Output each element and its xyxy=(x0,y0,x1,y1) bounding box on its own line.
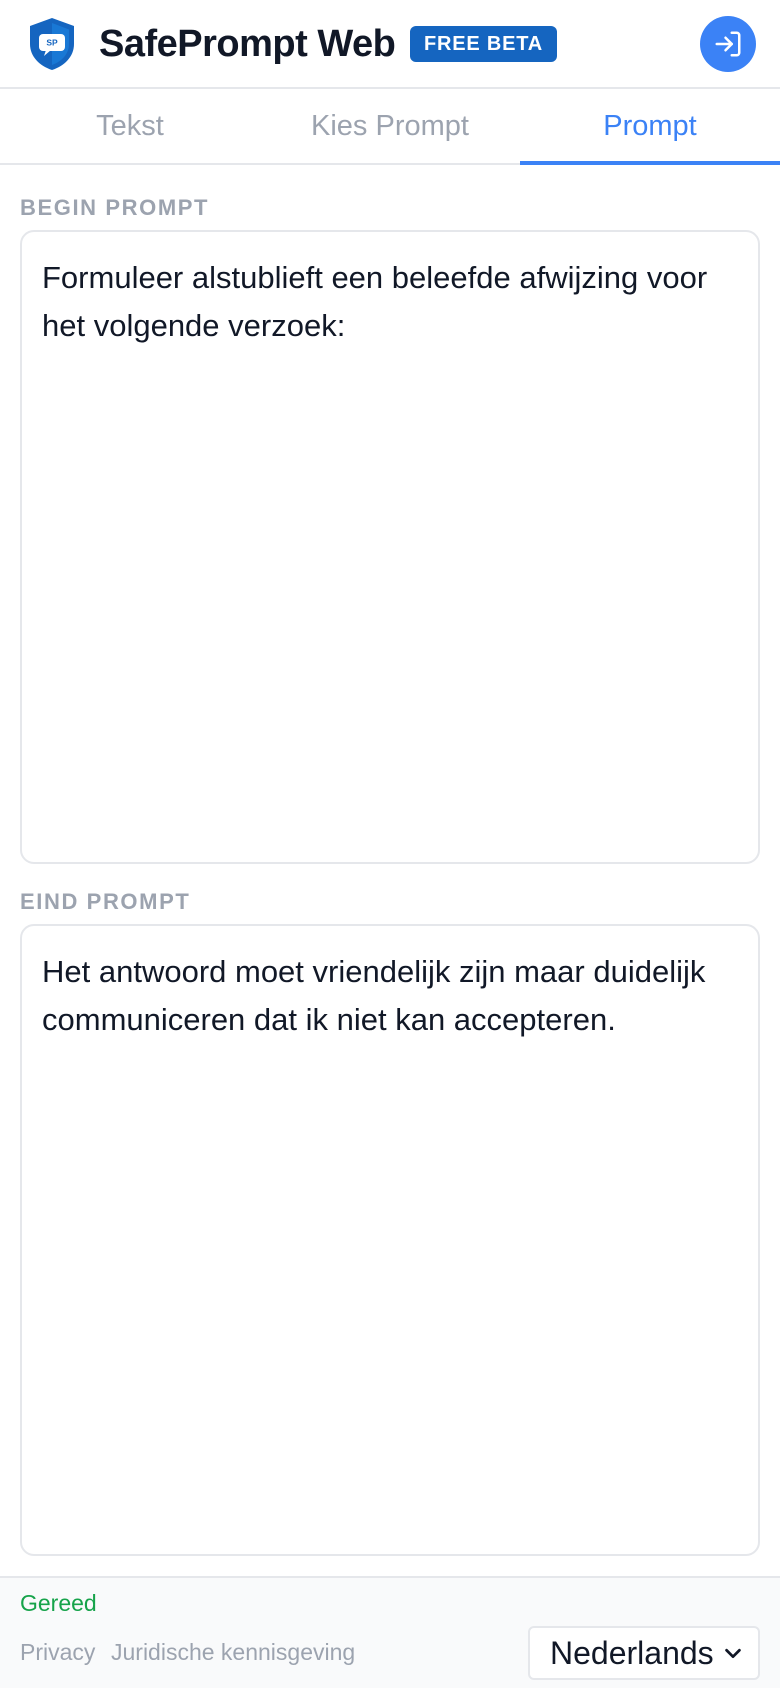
login-button[interactable] xyxy=(700,16,756,72)
chevron-down-icon xyxy=(725,1648,741,1659)
tab-prompt[interactable]: Prompt xyxy=(520,89,780,165)
end-prompt-label: EIND PROMPT xyxy=(20,889,191,914)
tab-bar: Tekst Kies Prompt Prompt xyxy=(0,89,780,165)
end-prompt-textarea[interactable]: Het antwoord moet vriendelijk zijn maar … xyxy=(20,924,760,1556)
tab-kies-prompt[interactable]: Kies Prompt xyxy=(260,89,520,163)
language-value: Nederlands xyxy=(550,1634,714,1671)
app-title: SafePrompt Web xyxy=(99,23,396,65)
logo-text: SP xyxy=(46,38,58,48)
login-icon xyxy=(715,31,741,57)
app-header: SP SafePrompt Web FREE BETA xyxy=(0,0,780,89)
tab-tekst[interactable]: Tekst xyxy=(0,89,260,163)
beta-badge: FREE BETA xyxy=(410,26,558,62)
status-text: Gereed xyxy=(20,1590,97,1616)
privacy-link[interactable]: Privacy xyxy=(20,1639,95,1666)
begin-prompt-label: BEGIN PROMPT xyxy=(20,195,210,220)
footer: Gereed Privacy Juridische kennisgeving N… xyxy=(0,1576,780,1688)
language-select[interactable]: Nederlands xyxy=(528,1626,760,1680)
legal-notice-link[interactable]: Juridische kennisgeving xyxy=(111,1639,355,1666)
begin-prompt-textarea[interactable]: Formuleer alstublieft een beleefde afwij… xyxy=(20,230,760,864)
shield-logo-icon: SP xyxy=(30,18,74,70)
